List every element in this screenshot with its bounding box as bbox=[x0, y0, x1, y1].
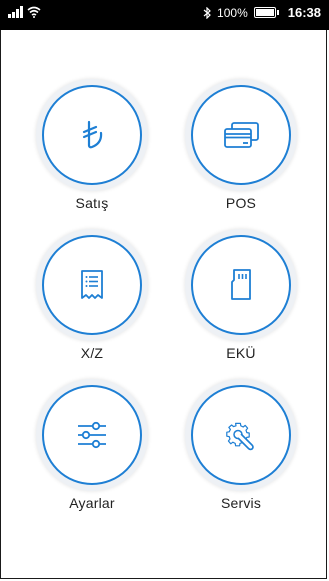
menu-button-ayarlar[interactable] bbox=[42, 385, 142, 485]
menu-label-servis: Servis bbox=[220, 495, 262, 511]
sliders-icon bbox=[72, 415, 112, 455]
menu-item-ayarlar[interactable]: Ayarlar bbox=[31, 379, 153, 511]
menu-label-satis: Satış bbox=[75, 195, 109, 211]
status-right: 100% 16:38 bbox=[203, 5, 321, 20]
status-bar: 100% 16:38 bbox=[0, 0, 329, 30]
credit-card-icon bbox=[219, 115, 263, 155]
wrench-gear-icon bbox=[221, 415, 261, 455]
menu-button-xz[interactable] bbox=[42, 235, 142, 335]
menu-item-servis[interactable]: Servis bbox=[180, 379, 302, 511]
menu-label-eku: EKÜ bbox=[226, 345, 256, 361]
menu-item-xz[interactable]: X/Z bbox=[31, 229, 153, 361]
battery-percent: 100% bbox=[217, 5, 248, 20]
menu-label-pos: POS bbox=[225, 195, 257, 211]
clock: 16:38 bbox=[287, 5, 321, 20]
battery-icon bbox=[253, 7, 279, 18]
menu-button-pos[interactable] bbox=[191, 85, 291, 185]
bluetooth-icon bbox=[203, 6, 211, 19]
menu-label-xz: X/Z bbox=[80, 345, 104, 361]
lira-icon bbox=[72, 115, 112, 155]
menu-button-servis[interactable] bbox=[191, 385, 291, 485]
status-left bbox=[8, 6, 41, 18]
menu-item-eku[interactable]: EKÜ bbox=[180, 229, 302, 361]
menu-item-satis[interactable]: Satış bbox=[31, 79, 153, 211]
menu-label-ayarlar: Ayarlar bbox=[69, 495, 115, 511]
menu-button-satis[interactable] bbox=[42, 85, 142, 185]
signal-icon bbox=[8, 6, 24, 18]
menu-button-eku[interactable] bbox=[191, 235, 291, 335]
sd-card-icon bbox=[223, 265, 259, 305]
wifi-icon bbox=[27, 6, 41, 18]
receipt-icon bbox=[74, 265, 110, 305]
menu-item-pos[interactable]: POS bbox=[180, 79, 302, 211]
